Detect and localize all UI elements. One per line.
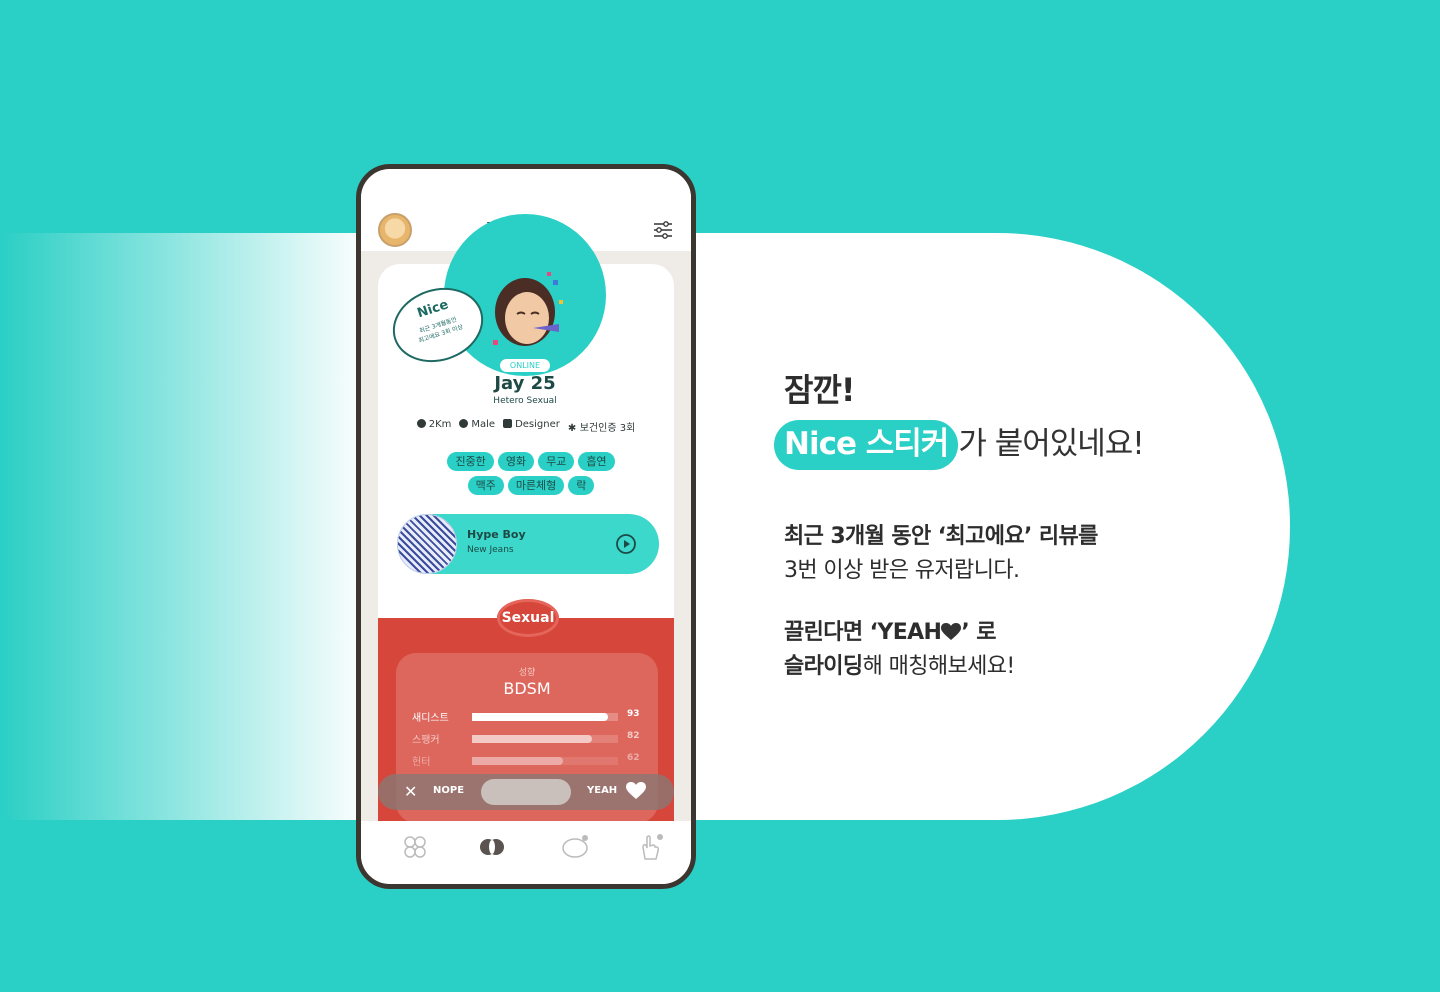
sexual-badge: Sexual <box>497 599 559 637</box>
tab-discover-icon[interactable] <box>478 833 506 861</box>
close-icon[interactable]: ✕ <box>404 782 417 801</box>
yeah-label[interactable]: YEAH <box>587 785 617 796</box>
filter-sliders-icon[interactable] <box>653 221 673 239</box>
highlight-nice-sticker: Nice 스티커 <box>774 420 959 470</box>
bar-label: 헌터 <box>412 757 431 768</box>
tag-chip: 진중한 <box>447 452 494 471</box>
preference-caption: 성향 <box>518 668 536 678</box>
globe-icon <box>416 419 426 428</box>
cta-text: 해 매칭해보세요! <box>862 654 1016 679</box>
preference-bar-row: 새디스트 93 <box>412 709 644 724</box>
headline-rest: 가 붙어있네요! <box>958 426 1144 462</box>
heart-icon[interactable] <box>626 782 646 800</box>
bar-track <box>472 735 618 743</box>
nope-label[interactable]: NOPE <box>433 785 464 796</box>
bar-fill <box>472 713 608 721</box>
bar-value: 82 <box>627 731 640 741</box>
tag-chip: 맥주 <box>467 476 504 495</box>
bar-fill <box>472 735 592 743</box>
profile-facts: 2Km Male Designer ✱ 보건인증 3회 <box>361 419 691 434</box>
album-art <box>397 514 457 574</box>
cta-bold-a: 끌린다면 ‘YEAH <box>784 620 942 645</box>
fact-job-label: Designer <box>515 419 560 430</box>
online-badge: ONLINE <box>500 359 550 372</box>
song-title: Hype Boy <box>467 528 526 541</box>
tag-chip: 무교 <box>538 452 575 471</box>
bar-track <box>472 757 618 765</box>
description-text: 3번 이상 받은 유저랍니다. <box>784 558 1020 583</box>
fact-gender-label: Male <box>471 419 496 430</box>
bar-value: 93 <box>627 709 640 719</box>
bottom-tab-bar <box>361 821 691 884</box>
bar-label: 새디스트 <box>412 713 449 724</box>
fact-distance: 2Km <box>416 419 452 434</box>
bar-label: 스팽커 <box>412 735 440 746</box>
fact-verify: ✱ 보건인증 3회 <box>568 419 635 434</box>
fact-gender: Male <box>459 419 495 434</box>
tab-chat-icon[interactable] <box>561 833 589 861</box>
fact-job: Designer <box>503 419 560 434</box>
preference-type: BDSM <box>503 679 551 698</box>
feature-description: 잠깐! Nice 스티커 가 붙어있네요! 최근 3개월 동안 ‘최고에요’ 리뷰… <box>774 370 1204 684</box>
description-paragraph-1: 최근 3개월 동안 ‘최고에요’ 리뷰를 3번 이상 받은 유저랍니다. <box>784 520 1204 588</box>
description-paragraph-2: 끌린다면 ‘YEAH ’ 로 슬라이딩해 매칭해보세요! <box>784 616 1204 684</box>
tag-chip: 흡연 <box>578 452 615 471</box>
tab-gesture-icon[interactable] <box>637 833 665 861</box>
interest-tags: 진중한 영화 무교 흡연 맥주 마른체형 락 <box>431 452 631 495</box>
tag-chip: 마른체형 <box>507 476 565 495</box>
profile-name: Jay 25 <box>494 373 556 394</box>
bar-fill <box>472 757 563 765</box>
play-icon[interactable] <box>615 533 637 555</box>
fact-verify-label: 보건인증 3회 <box>579 423 636 434</box>
preference-bar-row: 스팽커 82 <box>412 731 644 746</box>
headline-wait: 잠깐! <box>784 371 855 409</box>
memoji-avatar <box>493 272 563 346</box>
tab-home-icon[interactable] <box>401 833 429 861</box>
description-bold: 최근 3개월 동안 ‘최고에요’ 리뷰를 <box>784 524 1098 549</box>
bar-value: 62 <box>627 753 640 763</box>
person-icon <box>459 419 469 428</box>
fact-distance-label: 2Km <box>428 419 452 430</box>
cta-bold-b: ’ 로 <box>961 620 996 645</box>
swipe-handle[interactable] <box>481 779 571 805</box>
song-artist: New Jeans <box>467 545 514 555</box>
heart-icon <box>941 623 962 640</box>
tag-chip: 영화 <box>497 452 535 471</box>
headline-sticker: Nice 스티커 가 붙어있네요! <box>774 420 1204 470</box>
tag-chip: 락 <box>568 476 595 495</box>
background-band <box>0 233 1440 820</box>
profile-orientation: Hetero Sexual <box>493 396 557 406</box>
swipe-bar[interactable]: ✕ NOPE YEAH <box>378 774 674 810</box>
phone-frame: Discover ONLINE Jay 25 Hetero Sexual Nic… <box>356 164 696 889</box>
briefcase-icon <box>503 419 513 428</box>
music-player[interactable]: Hype Boy New Jeans <box>397 514 659 574</box>
bar-track <box>472 713 618 721</box>
asterisk-icon: ✱ <box>567 423 580 434</box>
cta-bold-c: 슬라이딩 <box>784 654 863 679</box>
preference-bar-row: 헌터 62 <box>412 753 644 768</box>
